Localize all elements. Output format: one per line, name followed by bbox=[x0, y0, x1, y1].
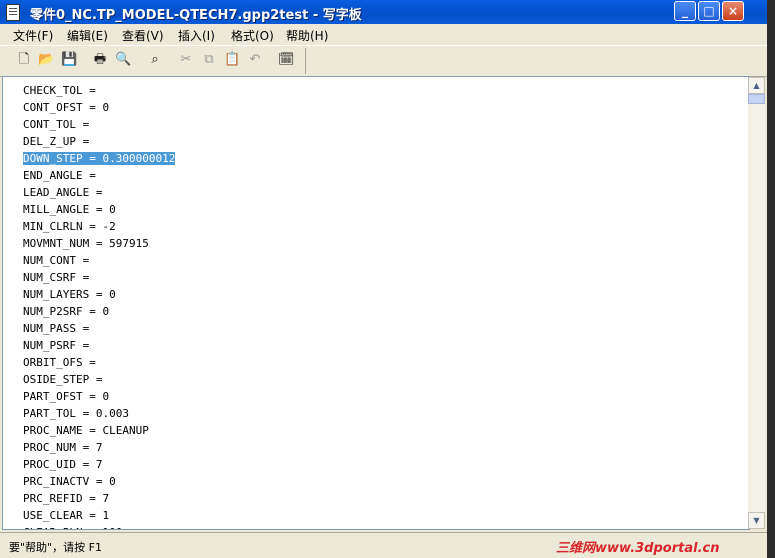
cut-icon[interactable]: ✂ bbox=[178, 52, 194, 68]
text-line[interactable]: NUM_PASS = bbox=[23, 320, 175, 337]
menu-format[interactable]: 格式(O) bbox=[231, 27, 274, 44]
text-line[interactable]: PROC_NAME = CLEANUP bbox=[23, 422, 175, 439]
text-line[interactable]: DOWN_STEP = 0.300000012 bbox=[23, 150, 176, 167]
text-line[interactable]: ORBIT_OFS = bbox=[23, 354, 175, 371]
scroll-down-button[interactable]: ▼ bbox=[748, 512, 765, 529]
text-line[interactable]: NUM_PSRF = bbox=[23, 337, 175, 354]
text-line[interactable]: PROC_UID = 7 bbox=[23, 456, 175, 473]
new-doc-icon[interactable]: 🗋 bbox=[16, 52, 32, 68]
status-text: 要"帮助"，请按 F1 bbox=[9, 541, 102, 554]
window-title: 零件0_NC.TP_MODEL-QTECH7.gpp2test - 写字板 bbox=[30, 8, 362, 23]
title-bar[interactable]: 零件0_NC.TP_MODEL-QTECH7.gpp2test - 写字板 _ … bbox=[0, 0, 767, 24]
undo-icon[interactable]: ↶ bbox=[247, 52, 263, 68]
document-area[interactable]: CHECK_TOL = CONT_OFST = 0 CONT_TOL = DEL_Z_… bbox=[2, 76, 750, 530]
menu-view[interactable]: 查看(V) bbox=[122, 27, 164, 44]
text-line[interactable]: END_ANGLE = bbox=[23, 167, 175, 184]
insert-datetime-icon[interactable]: 🗓 bbox=[278, 52, 295, 68]
minimize-button[interactable]: _ bbox=[674, 1, 696, 21]
find-icon[interactable]: ⌕ bbox=[147, 52, 163, 68]
menu-help[interactable]: 帮助(H) bbox=[286, 27, 328, 44]
text-line[interactable]: PRC_INACTV = 0 bbox=[23, 473, 175, 490]
wordpad-app-icon[interactable] bbox=[6, 4, 20, 21]
text-line[interactable]: CHECK_TOL = bbox=[23, 82, 175, 99]
scroll-up-button[interactable]: ▲ bbox=[748, 77, 765, 94]
toolbar: 🗋 📂 💾 🖶 🔍 ⌕ ✂ ⧉ 📋 ↶ 🗓 bbox=[0, 45, 767, 77]
text-line[interactable]: USE_CLEAR = 1 bbox=[23, 507, 175, 524]
text-line[interactable]: DEL_Z_UP = bbox=[23, 133, 175, 150]
text-line[interactable]: CONT_OFST = 0 bbox=[23, 99, 175, 116]
text-line[interactable]: PART_TOL = 0.003 bbox=[23, 405, 175, 422]
menu-file[interactable]: 文件(F) bbox=[13, 27, 53, 44]
text-line[interactable]: OSIDE_STEP = bbox=[23, 371, 175, 388]
text-line[interactable]: PRC_REFID = 7 bbox=[23, 490, 175, 507]
maximize-button[interactable]: □ bbox=[698, 1, 720, 21]
menu-edit[interactable]: 编辑(E) bbox=[67, 27, 108, 44]
menu-insert[interactable]: 插入(I) bbox=[178, 27, 215, 44]
scroll-thumb[interactable] bbox=[748, 94, 765, 104]
text-line[interactable]: NUM_P2SRF = 0 bbox=[23, 303, 175, 320]
desktop-edge bbox=[767, 0, 775, 558]
text-line[interactable]: PROC_NUM = 7 bbox=[23, 439, 175, 456]
watermark-logo: 三维网www.3dportal.cn bbox=[556, 541, 720, 556]
wordpad-window: 零件0_NC.TP_MODEL-QTECH7.gpp2test - 写字板 _ … bbox=[0, 0, 767, 558]
text-line[interactable]: CONT_TOL = bbox=[23, 116, 175, 133]
text-line[interactable]: PART_OFST = 0 bbox=[23, 388, 175, 405]
save-icon[interactable]: 💾 bbox=[61, 52, 77, 68]
close-button[interactable]: × bbox=[722, 1, 744, 21]
vertical-scrollbar[interactable]: ▲ ▼ bbox=[748, 77, 765, 529]
paste-icon[interactable]: 📋 bbox=[224, 52, 240, 68]
text-line[interactable]: NUM_CONT = bbox=[23, 252, 175, 269]
text-line[interactable]: CLEAR_PLN = 100 bbox=[23, 524, 175, 529]
text-line[interactable]: MOVMNT_NUM = 597915 bbox=[23, 235, 175, 252]
document-text[interactable]: CHECK_TOL = CONT_OFST = 0 CONT_TOL = DEL_Z_… bbox=[23, 82, 176, 529]
open-folder-icon[interactable]: 📂 bbox=[38, 52, 54, 68]
text-line[interactable]: NUM_LAYERS = 0 bbox=[23, 286, 175, 303]
status-bar: 要"帮助"，请按 F1 三维网www.3dportal.cn bbox=[0, 532, 767, 558]
print-icon[interactable]: 🖶 bbox=[92, 52, 108, 68]
text-line[interactable]: LEAD_ANGLE = bbox=[23, 184, 175, 201]
print-preview-icon[interactable]: 🔍 bbox=[115, 52, 131, 68]
text-line[interactable]: MILL_ANGLE = 0 bbox=[23, 201, 175, 218]
menu-bar: 文件(F) 编辑(E) 查看(V) 插入(I) 格式(O) 帮助(H) bbox=[0, 24, 767, 44]
copy-icon[interactable]: ⧉ bbox=[201, 52, 217, 68]
text-line[interactable]: MIN_CLRLN = -2 bbox=[23, 218, 175, 235]
text-line[interactable]: NUM_CSRF = bbox=[23, 269, 175, 286]
